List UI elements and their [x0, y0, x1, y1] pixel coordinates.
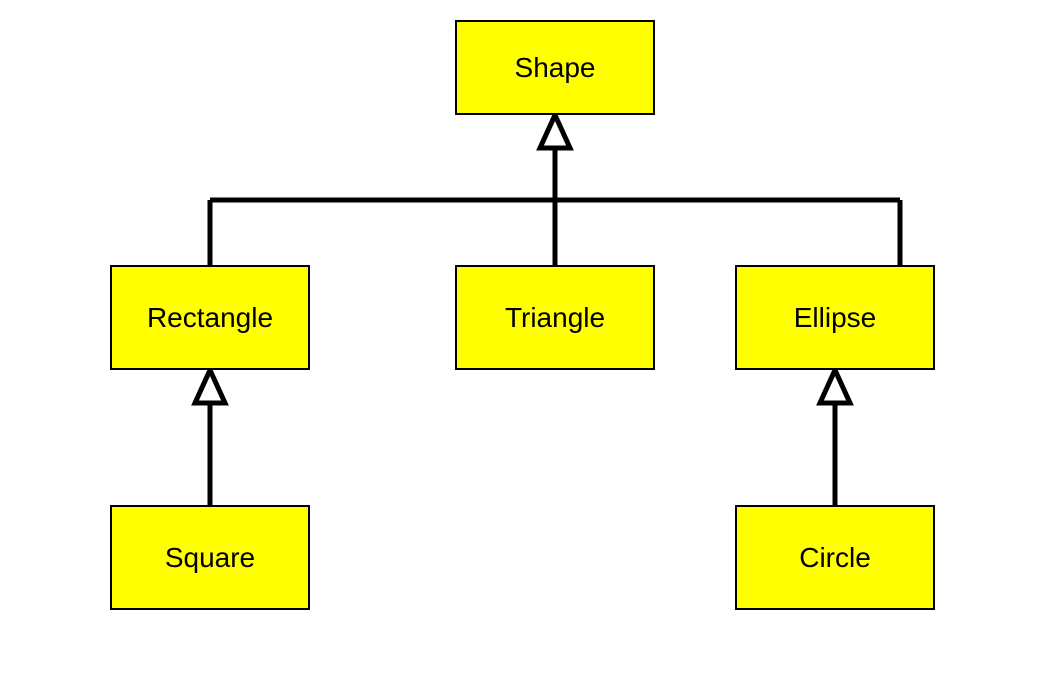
class-node-circle: Circle [735, 505, 935, 610]
generalization-arrow-icon [540, 115, 570, 148]
class-node-label: Square [165, 542, 255, 574]
class-node-label: Rectangle [147, 302, 273, 334]
class-node-triangle: Triangle [455, 265, 655, 370]
generalization-arrow-icon [820, 370, 850, 403]
class-node-shape: Shape [455, 20, 655, 115]
generalization-arrow-icon [195, 370, 225, 403]
class-node-label: Shape [515, 52, 596, 84]
class-node-ellipse: Ellipse [735, 265, 935, 370]
class-node-label: Circle [799, 542, 871, 574]
class-node-square: Square [110, 505, 310, 610]
class-node-label: Ellipse [794, 302, 876, 334]
diagram-canvas: Shape Rectangle Triangle Ellipse Square … [0, 0, 1050, 673]
class-node-label: Triangle [505, 302, 605, 334]
class-node-rectangle: Rectangle [110, 265, 310, 370]
